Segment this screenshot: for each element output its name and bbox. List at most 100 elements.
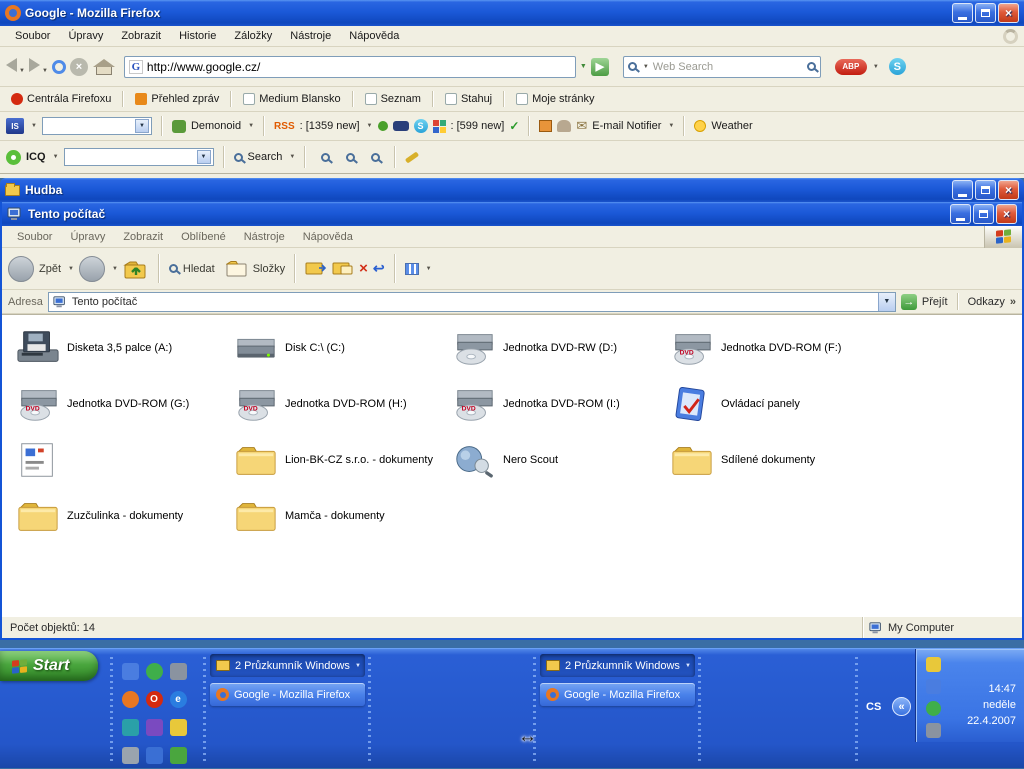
menu-napoveda[interactable]: Nápověda (294, 231, 362, 243)
panel-item[interactable] (16, 437, 230, 483)
mamca-folder-item[interactable]: Mamča - dokumenty (234, 493, 448, 539)
maximize-button[interactable] (975, 180, 996, 200)
show-desktop-icon[interactable] (122, 663, 139, 680)
move-to-button[interactable] (305, 260, 327, 277)
addon-combo-box[interactable]: ▼ (42, 117, 152, 135)
reload-button[interactable] (52, 60, 66, 74)
url-dropdown-button[interactable]: ▼ (580, 63, 587, 70)
palette-grid-icon[interactable] (433, 120, 446, 133)
drive-d-item[interactable]: Jednotka DVD-RW (D:) (452, 325, 666, 371)
language-indicator[interactable]: CS (866, 701, 881, 713)
toolbar-grip[interactable] (368, 657, 371, 761)
menu-nastroje[interactable]: Nástroje (281, 30, 340, 42)
forward-button[interactable] (79, 256, 105, 282)
menu-nastroje[interactable]: Nástroje (235, 231, 294, 243)
url-input[interactable] (147, 60, 571, 74)
firefox-titlebar[interactable]: Google - Mozilla Firefox × (0, 0, 1024, 26)
firefox-quicklaunch-icon[interactable] (122, 691, 139, 708)
icq-search-icon[interactable] (234, 153, 243, 162)
maximize-button[interactable] (975, 3, 996, 23)
messenger-icon[interactable] (146, 663, 163, 680)
chat-icon[interactable] (146, 719, 163, 736)
demonoid-icon[interactable] (172, 120, 186, 133)
calendar-icon[interactable] (539, 120, 552, 132)
skype-addon-icon[interactable]: S (414, 119, 428, 133)
hudba-titlebar[interactable]: Hudba × (0, 178, 1024, 202)
bookmark-centrala-firefoxu[interactable]: Centrála Firefoxu (6, 93, 116, 105)
back-button[interactable] (8, 256, 34, 282)
menu-soubor[interactable]: Soubor (8, 231, 61, 243)
opera-icon[interactable]: O (146, 691, 163, 708)
menu-historie[interactable]: Historie (170, 30, 225, 42)
weather-label[interactable]: Weather (711, 120, 752, 132)
icq-flower-icon[interactable] (6, 150, 21, 165)
back-button[interactable]: ▼ (6, 58, 25, 75)
tray-hand-icon[interactable] (926, 657, 941, 672)
editor-icon[interactable] (122, 747, 139, 764)
minimize-button[interactable] (952, 3, 973, 23)
links-label[interactable]: Odkazy (968, 296, 1005, 308)
search-placeholder[interactable]: Web Search (653, 61, 803, 73)
tray-antivirus-icon[interactable] (926, 701, 941, 716)
views-button[interactable] (405, 263, 419, 275)
menu-napoveda[interactable]: Nápověda (340, 30, 408, 42)
undo-button[interactable]: ↩ (373, 260, 385, 277)
weather-sun-icon[interactable] (694, 120, 706, 132)
stop-button[interactable]: × (70, 58, 88, 76)
minimize-button[interactable] (952, 180, 973, 200)
internet-explorer-icon[interactable]: e (170, 691, 187, 708)
search-bar[interactable]: ▼ Web Search (623, 56, 821, 78)
nero-scout-item[interactable]: Nero Scout (452, 437, 666, 483)
taskbar-button-explorer-group-1[interactable]: 2 Průzkumník Windows ▼ (210, 654, 365, 677)
search-icon[interactable] (169, 264, 178, 273)
menu-oblibene[interactable]: Oblíbené (172, 231, 235, 243)
clear-broom-icon[interactable] (405, 151, 419, 163)
skype-toolbar-icon[interactable]: S (889, 58, 906, 75)
zuzculinka-folder-item[interactable]: Zuzčulinka - dokumenty (16, 493, 230, 539)
notes-icon[interactable] (170, 719, 187, 736)
demonoid-label[interactable]: Demonoid (191, 120, 241, 132)
start-button[interactable]: Start (0, 651, 98, 681)
bookmark-stahuj[interactable]: Stahuj (440, 93, 497, 105)
menu-zobrazit[interactable]: Zobrazit (114, 231, 172, 243)
zoom-reset-button[interactable] (340, 147, 360, 167)
toolbar-grip[interactable] (203, 657, 206, 761)
search-label[interactable]: Hledat (183, 263, 215, 275)
drive-h-item[interactable]: DVD Jednotka DVD-ROM (H:) (234, 381, 448, 427)
clock[interactable]: 14:47 neděle 22.4.2007 (967, 681, 1016, 729)
zoom-in-button[interactable] (315, 147, 335, 167)
tray-volume-icon[interactable] (926, 723, 941, 738)
go-arrow-icon[interactable]: → (901, 294, 917, 310)
address-bar[interactable]: G (124, 56, 576, 78)
back-label[interactable]: Zpět (39, 263, 61, 275)
drive-i-item[interactable]: DVD Jednotka DVD-ROM (I:) (452, 381, 666, 427)
tray-network-icon[interactable] (926, 679, 941, 694)
toolbar-grip[interactable] (855, 657, 858, 761)
drive-f-item[interactable]: DVD Jednotka DVD-ROM (F:) (670, 325, 884, 371)
bookmark-medium-blansko[interactable]: Medium Blansko (238, 93, 345, 105)
go-button[interactable]: ▶ (591, 58, 609, 76)
drive-c-item[interactable]: Disk C:\ (C:) (234, 325, 448, 371)
menu-upravy[interactable]: Úpravy (61, 231, 114, 243)
zoom-out-button[interactable] (365, 147, 385, 167)
email-notifier-label[interactable]: E-mail Notifier (592, 120, 661, 132)
menu-soubor[interactable]: Soubor (6, 30, 59, 42)
icq-search-input[interactable]: ▼ (64, 148, 214, 166)
folders-button[interactable] (226, 260, 248, 278)
bookmark-moje-stranky[interactable]: Moje stránky (511, 93, 599, 105)
utility-icon[interactable] (122, 719, 139, 736)
drive-g-item[interactable]: DVD Jednotka DVD-ROM (G:) (16, 381, 230, 427)
rss-icon[interactable]: RSS (274, 121, 295, 132)
media-player-icon[interactable] (170, 663, 187, 680)
links-chevron[interactable]: » (1010, 296, 1016, 308)
home-button[interactable] (96, 66, 112, 75)
close-button[interactable]: × (998, 180, 1019, 200)
minimize-button[interactable] (950, 204, 971, 224)
forward-button[interactable]: ▼ (29, 58, 48, 75)
close-button[interactable]: × (998, 3, 1019, 23)
delete-button[interactable]: × (359, 260, 368, 277)
folders-label[interactable]: Složky (253, 263, 285, 275)
tray-collapse-chevron[interactable]: « (892, 697, 911, 716)
copy-to-button[interactable] (332, 260, 354, 277)
bookmark-seznam[interactable]: Seznam (360, 93, 426, 105)
